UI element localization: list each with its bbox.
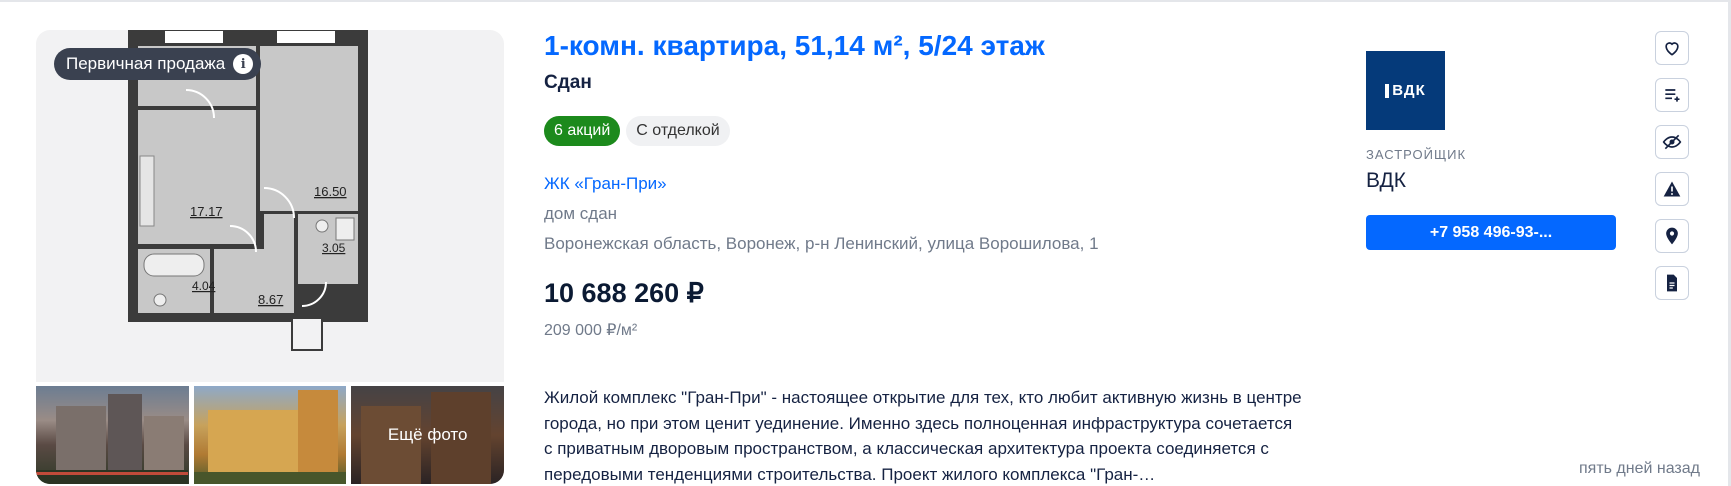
price-per-m2: 209 000 ₽/м²: [544, 322, 638, 339]
building-photo: [36, 394, 188, 484]
finishing-tag: С отделкой: [626, 116, 730, 146]
room-area-wc: 4.04: [192, 279, 216, 293]
add-to-list-icon: [1665, 89, 1680, 102]
building-photo: [193, 390, 346, 484]
hide-button[interactable]: [1655, 125, 1689, 159]
add-to-list-button[interactable]: [1655, 78, 1689, 112]
document-button[interactable]: [1655, 266, 1689, 300]
developer-name[interactable]: ВДК: [1366, 169, 1406, 193]
room-area-hall: 8.67: [258, 292, 283, 307]
description: Жилой комплекс "Гран-При" - настоящее от…: [544, 388, 1302, 484]
badge-label: Первичная продажа: [66, 54, 226, 73]
room-area-kitchen: 17.17: [190, 204, 223, 219]
photo-thumbnail-more[interactable]: Ещё фото: [351, 386, 505, 484]
info-icon[interactable]: i: [233, 54, 254, 74]
promotions-tag[interactable]: 6 акций: [544, 116, 621, 146]
price: 10 688 260 ₽: [544, 278, 704, 308]
warning-icon: [1663, 181, 1681, 197]
publish-date: пять дней назад: [1578, 460, 1700, 477]
logo-text: ВДК: [1392, 82, 1426, 99]
address[interactable]: Воронежская область, Воронеж, р-н Ленинс…: [544, 234, 1099, 254]
document-icon: [1667, 274, 1677, 292]
primary-sale-badge[interactable]: Первичная продажа i: [54, 48, 262, 80]
favorite-button[interactable]: [1655, 31, 1689, 65]
location-pin-icon: [1666, 227, 1678, 245]
gallery[interactable]: 17.17 16.50 3.05 4.04 8.67 Первичная про…: [36, 30, 505, 484]
show-phone-button[interactable]: +7 958 496-93-...: [1366, 215, 1616, 250]
heart-icon: [1665, 42, 1679, 56]
residential-complex-link[interactable]: ЖК «Гран-При»: [544, 174, 667, 194]
logo-mark: [1385, 83, 1390, 98]
report-button[interactable]: [1655, 172, 1689, 206]
photo-thumbnails: Ещё фото: [36, 386, 505, 484]
building-status: Сдан: [544, 72, 592, 93]
action-buttons: [1655, 31, 1689, 313]
developer-caption: ЗАСТРОЙЩИК: [1366, 147, 1467, 162]
listing-card[interactable]: 17.17 16.50 3.05 4.04 8.67 Первичная про…: [0, 0, 1731, 486]
house-status: дом сдан: [544, 204, 618, 223]
more-photos-label[interactable]: Ещё фото: [351, 386, 505, 484]
hide-icon: [1662, 134, 1682, 150]
listing-title-link[interactable]: 1-комн. квартира, 51,14 м², 5/24 этаж: [544, 30, 1045, 62]
photo-thumbnail[interactable]: [36, 386, 189, 484]
room-area-living: 16.50: [314, 184, 347, 199]
floorplan-drawing: 17.17 16.50 3.05 4.04 8.67: [128, 30, 368, 351]
tags-row: 6 акций С отделкой: [544, 116, 730, 146]
developer-logo[interactable]: ВДК: [1366, 51, 1445, 130]
map-button[interactable]: [1655, 219, 1689, 253]
room-area-bathroom: 3.05: [322, 241, 346, 255]
floorplan-image[interactable]: 17.17 16.50 3.05 4.04 8.67 Первичная про…: [36, 30, 504, 382]
photo-thumbnail[interactable]: [193, 386, 347, 484]
